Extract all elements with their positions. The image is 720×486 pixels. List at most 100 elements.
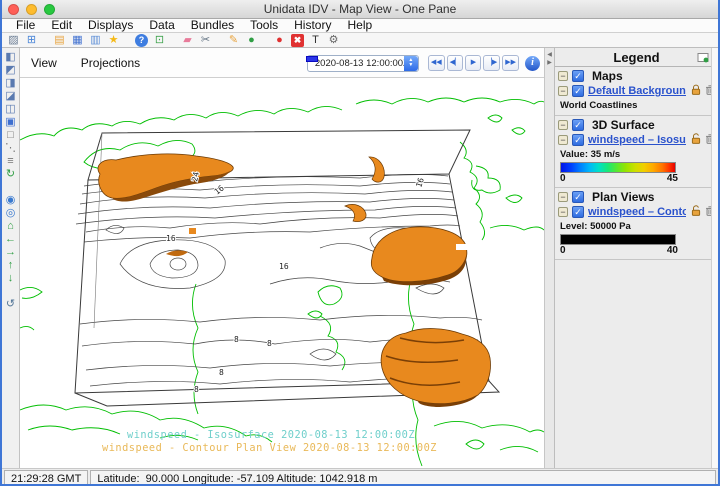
pan-down-icon[interactable]: ↓ [4,272,18,285]
globe-icon[interactable]: ● [245,34,258,47]
coastlines [20,98,544,466]
rainbow-colorbar[interactable] [560,162,676,173]
pan-left-icon[interactable]: ← [4,233,18,246]
view-front-icon[interactable]: ◫ [4,103,18,116]
perspective-axes-icon[interactable]: ⋱ [4,142,18,155]
text-note-icon[interactable]: T [309,34,322,47]
pan-up-icon[interactable]: ↑ [4,259,18,272]
legend-splitter[interactable]: ◀ ▶ [544,48,554,468]
plan-views-checkbox[interactable]: ✓ [572,191,584,203]
vertical-scale-icon[interactable]: ≡ [4,155,18,168]
contour-level-label: Level: 50000 Pa [558,220,715,233]
wireframe-box-icon[interactable]: □ [4,129,18,142]
view-back-icon[interactable]: ▣ [4,116,18,129]
menu-bundles[interactable]: Bundles [183,19,242,32]
menu-bar: FileEditDisplaysDataBundlesToolsHistoryH… [2,19,718,33]
collapse-icon[interactable]: − [558,71,568,81]
animation-buttons: ◀◀◀▏▶▕▶▶▶ [428,55,519,71]
map-3d-canvas[interactable]: 24161616168888 windspeed - Isosurface 20… [20,78,544,468]
auto-rotate-icon[interactable]: ↻ [4,168,18,181]
go-to-first-frame-icon[interactable]: ◀◀ [428,55,445,71]
menu-displays[interactable]: Displays [80,19,141,32]
copy-display-icon[interactable]: ▥ [89,34,102,47]
surface-checkbox[interactable]: ✓ [572,119,584,131]
collapse-icon[interactable]: − [558,135,568,145]
splitter-collapse-right-icon[interactable]: ▶ [547,60,552,66]
world-coastlines-label: World Coastlines [558,99,715,112]
drawing-pencil-icon[interactable]: ✎ [227,34,240,47]
view-bottom-icon[interactable]: ◩ [4,64,18,77]
title-bar: Unidata IDV - Map View - One Pane [2,0,718,19]
undo-redo-view-icon[interactable]: ↺ [4,298,18,311]
go-to-last-frame-icon[interactable]: ▶▶ [502,55,519,71]
background-maps-link[interactable]: Default Background Maps [588,85,686,97]
lock-open-icon[interactable] [690,205,702,220]
time-value: 2020-08-13 12:00:00Z [315,58,409,69]
cut-icon[interactable]: ✂ [199,34,212,47]
menu-help[interactable]: Help [339,19,380,32]
view-left-icon[interactable]: ◨ [4,77,18,90]
menu-edit[interactable]: Edit [43,19,80,32]
float-legend-icon[interactable] [697,52,709,66]
legend-section-3d-surface: − ✓ 3D Surface − ✓ windspeed – Isosurfac… [555,116,718,188]
time-select-combo[interactable]: 2020-08-13 12:00:00Z ▲▼ [307,55,419,72]
eraser-icon[interactable]: ▰ [181,34,194,47]
favorites-star-icon[interactable]: ★ [107,34,120,47]
isosurface-link[interactable]: windspeed – Isosurface [588,134,686,146]
collapse-icon[interactable]: − [558,192,568,202]
collapse-icon[interactable]: − [558,120,568,130]
black-colorbar[interactable] [560,234,676,245]
maps-checkbox[interactable]: ✓ [572,70,584,82]
section-label: Maps [588,69,623,83]
time-spinner[interactable]: ▲▼ [404,56,418,71]
save-bundle-icon[interactable]: ▦ [71,34,84,47]
legend-scrollbar[interactable] [711,48,718,468]
view-right-icon[interactable]: ◪ [4,90,18,103]
menu-projections[interactable]: Projections [81,56,140,70]
lock-open-icon[interactable] [690,133,702,148]
background-maps-checkbox[interactable]: ✓ [572,85,584,97]
viewpoint-toolbar: ◧◩◨◪◫▣□⋱≡↻ ◉◎⌂←→↑↓ ↺ [2,48,20,468]
animation-widget: 2020-08-13 12:00:00Z ▲▼ ◀◀◀▏▶▕▶▶▶ i [307,48,540,78]
pan-right-icon[interactable]: → [4,246,18,259]
menu-view[interactable]: View [31,56,57,70]
timeline-indicator[interactable] [306,56,318,62]
splitter-collapse-left-icon[interactable]: ◀ [547,52,552,58]
contour-label: 8 [194,385,199,394]
animation-properties-button[interactable]: i [525,56,540,71]
collapse-icon[interactable]: − [558,86,568,96]
home-view-icon[interactable]: ⌂ [4,220,18,233]
collapse-icon[interactable]: − [558,207,568,217]
app-window: Unidata IDV - Map View - One Pane FileEd… [0,0,720,486]
contour-label: 8 [234,335,239,344]
new-display-window-icon[interactable]: ⊞ [25,34,38,47]
contour-plan-link[interactable]: windspeed – Contour Pl... [588,206,686,218]
export-window-icon[interactable]: ⊡ [153,34,166,47]
isosurface-checkbox[interactable]: ✓ [572,134,584,146]
menu-history[interactable]: History [286,19,339,32]
play-icon[interactable]: ▶ [465,55,481,71]
open-bundle-folder-icon[interactable]: ▤ [53,34,66,47]
step-forward-icon[interactable]: ▕▶ [483,55,500,71]
settings-gear-icon[interactable]: ⚙ [327,34,340,47]
show-dashboard-icon[interactable]: ▨ [7,34,20,47]
contour-label: 16 [414,177,426,189]
main-area: ◧◩◨◪◫▣□⋱≡↻ ◉◎⌂←→↑↓ ↺ View Projections 2020… [2,48,718,468]
help-icon[interactable]: ? [135,34,148,47]
window-title: Unidata IDV - Map View - One Pane [2,2,718,16]
isosurface-value-label: Value: 35 m/s [558,148,715,161]
menu-data[interactable]: Data [141,19,182,32]
view-top-icon[interactable]: ◧ [4,51,18,64]
colorbar-min: 0 [560,245,566,256]
clock-display: 21:29:28 GMT [4,470,88,486]
record-movie-icon[interactable]: ● [273,34,286,47]
zoom-globe-icon[interactable]: ◉ [4,194,18,207]
reset-projection-icon[interactable]: ◎ [4,207,18,220]
contour-plan-checkbox[interactable]: ✓ [572,206,584,218]
step-back-icon[interactable]: ◀▏ [447,55,464,71]
colorbar-min: 0 [560,173,566,184]
delete-display-icon[interactable]: ✖ [291,34,304,47]
menu-tools[interactable]: Tools [242,19,286,32]
menu-file[interactable]: File [8,19,43,32]
lock-closed-icon[interactable] [690,84,702,99]
